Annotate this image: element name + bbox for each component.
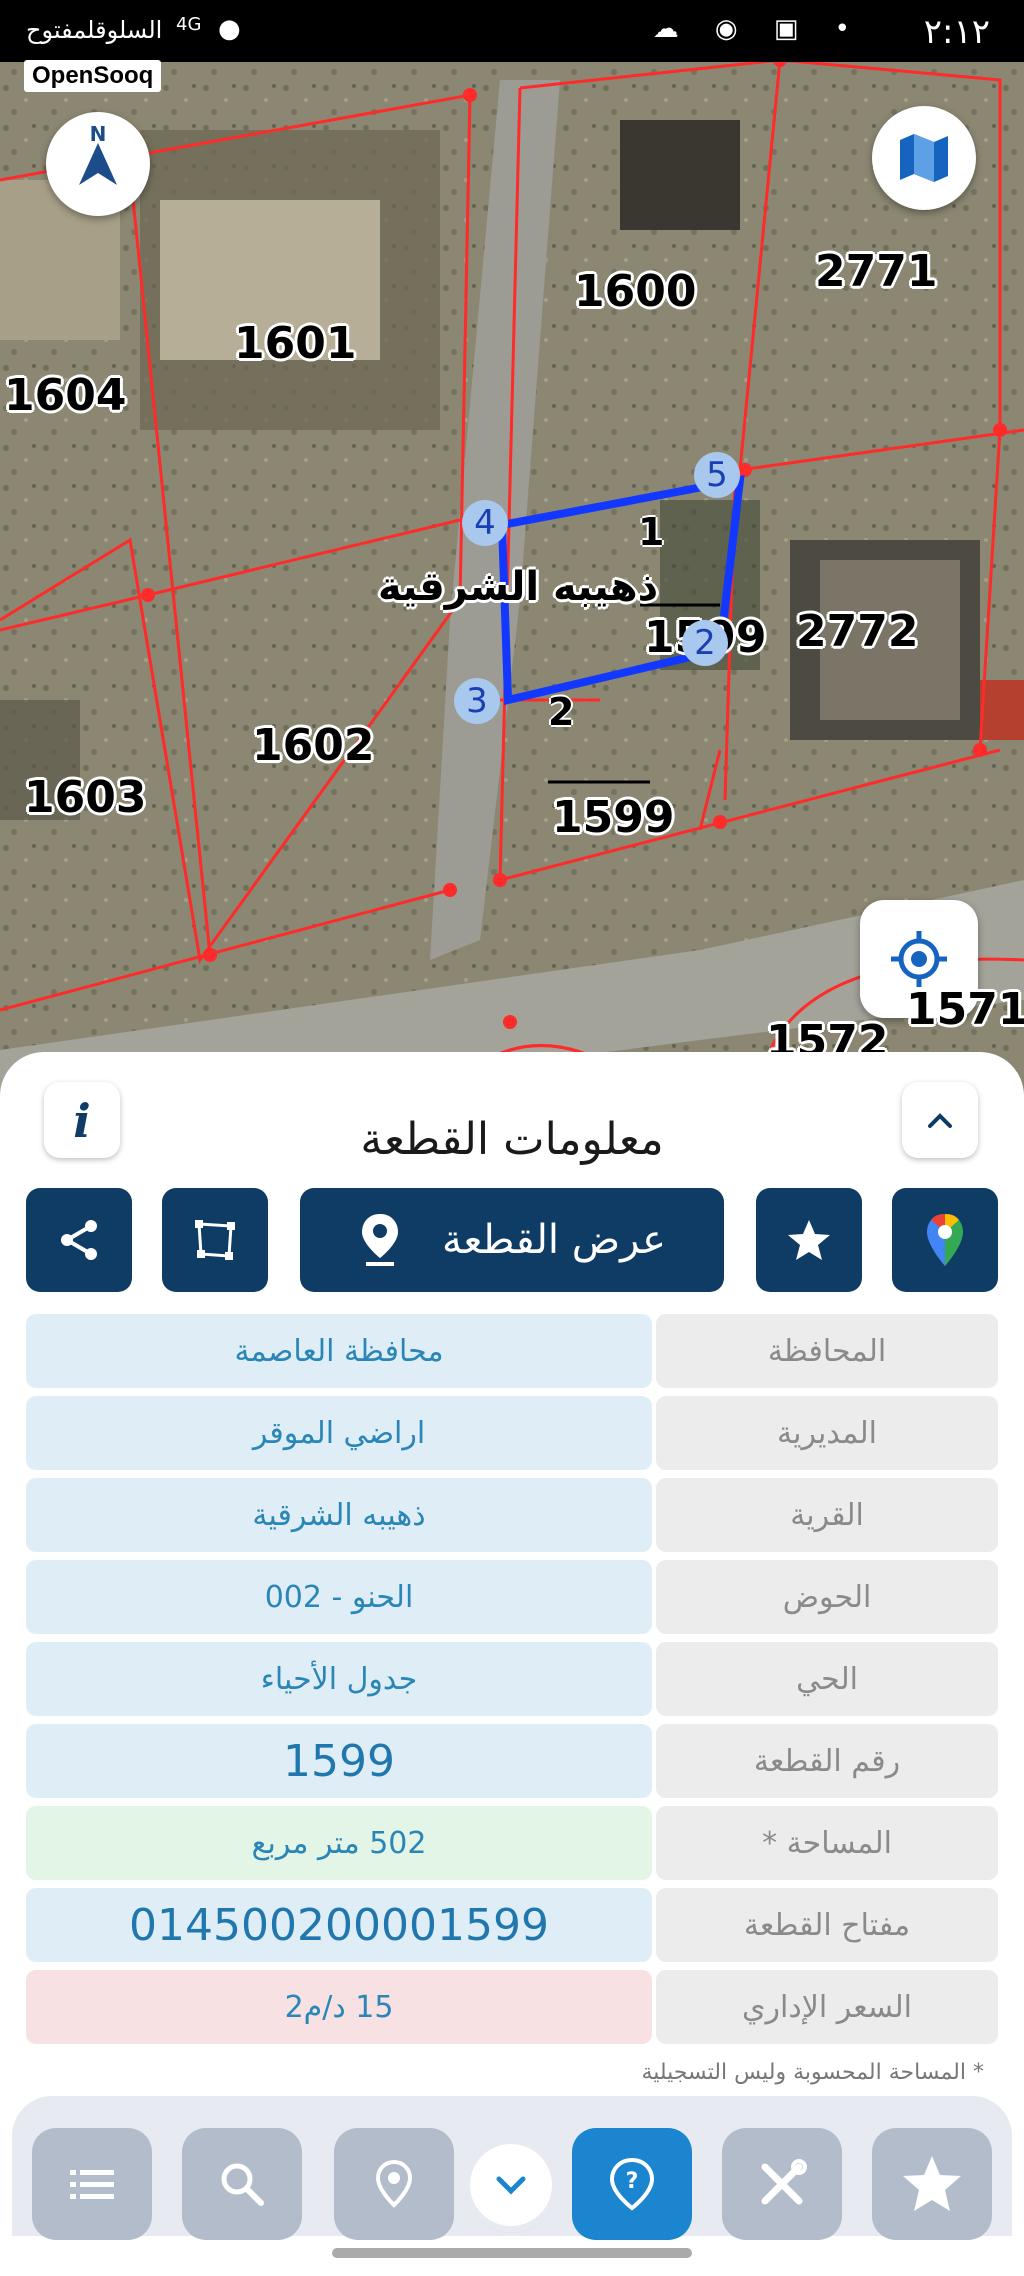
status-notification-icons: ☁ ◉ ▣ • xyxy=(652,14,864,44)
table-row: المديرية اراضي الموقر xyxy=(26,1396,998,1470)
nav-favorites-button[interactable] xyxy=(872,2128,992,2240)
vertex-label-5: 5 xyxy=(694,452,740,498)
polygon-icon xyxy=(195,1220,235,1260)
search-icon xyxy=(221,2163,264,2206)
favorite-button[interactable] xyxy=(756,1188,862,1292)
admin-price-label: السعر الإداري xyxy=(656,1970,998,2044)
parcel-details-table: المحافظة محافظة العاصمة المديرية اراضي ا… xyxy=(26,1314,998,2052)
plot-number-1604[interactable]: 1604 xyxy=(4,370,126,421)
compass-icon xyxy=(79,143,117,185)
basin-label: الحوض xyxy=(656,1560,998,1634)
nav-location-button[interactable] xyxy=(334,2128,454,2240)
directorate-value: اراضي الموقر xyxy=(26,1396,652,1470)
expand-menu-button[interactable] xyxy=(470,2144,552,2226)
parcel-info-panel: i معلومات القطعة عرض القطعة المحافظة محا… xyxy=(0,1052,1024,2276)
panel-title: معلومات القطعة xyxy=(360,1114,664,1165)
directorate-label: المديرية xyxy=(656,1396,998,1470)
plot-number-1599[interactable]: 1599 xyxy=(552,792,674,843)
plot-number-2772[interactable]: 2772 xyxy=(796,606,918,657)
vertex-label-4: 4 xyxy=(462,500,508,546)
show-parcel-button[interactable]: عرض القطعة xyxy=(300,1188,724,1292)
map-layers-button[interactable] xyxy=(872,106,976,210)
plot-number-1603[interactable]: 1603 xyxy=(24,772,146,823)
map-icon xyxy=(900,134,948,182)
table-row: المساحة * 502 متر مربع xyxy=(26,1806,998,1880)
tools-icon xyxy=(761,2159,807,2205)
app-badge: OpenSooq xyxy=(24,60,162,92)
location-pin-icon xyxy=(361,1214,398,1266)
plot-number-1602[interactable]: 1602 xyxy=(252,720,374,771)
village-value: ذهيبه الشرقية xyxy=(26,1478,652,1552)
location-pin-icon xyxy=(375,2159,413,2208)
compass-button[interactable]: N xyxy=(46,112,150,216)
vertex-label-3: 3 xyxy=(454,678,500,724)
admin-price-value: 15 د/م2 xyxy=(26,1970,652,2044)
governorate-label: المحافظة xyxy=(656,1314,998,1388)
edge-label-2: 2 xyxy=(548,690,575,734)
list-icon xyxy=(70,2170,114,2199)
neighborhood-label: الحي xyxy=(656,1642,998,1716)
plot-number-1600[interactable]: 1600 xyxy=(574,266,696,317)
plot-number-1601[interactable]: 1601 xyxy=(234,318,356,369)
status-time: ٢:١٢ xyxy=(923,12,990,52)
plot-number-1571[interactable]: 1571 xyxy=(906,984,1024,1035)
open-google-maps-button[interactable] xyxy=(892,1188,998,1292)
location-status-icon: ● xyxy=(218,14,241,44)
governorate-value: محافظة العاصمة xyxy=(26,1314,652,1388)
star-icon xyxy=(788,1220,830,1260)
table-row: رقم القطعة 1599 xyxy=(26,1724,998,1798)
google-maps-icon xyxy=(927,1214,963,1266)
compass-north-label: N xyxy=(89,122,107,146)
table-row: مفتاح القطعة 014500200001599 xyxy=(26,1888,998,1962)
table-row: القرية ذهيبه الشرقية xyxy=(26,1478,998,1552)
chevron-down-icon xyxy=(496,2176,526,2195)
map-view[interactable]: السلوقلمفتوح 4G ● ☁ ◉ ▣ • ٢:١٢ OpenSooq … xyxy=(0,0,1024,1130)
svg-text:?: ? xyxy=(626,2169,639,2194)
draw-polygon-button[interactable] xyxy=(162,1188,268,1292)
share-icon xyxy=(61,1220,97,1260)
home-indicator xyxy=(332,2248,692,2258)
table-row: الحي جدول الأحياء xyxy=(26,1642,998,1716)
parcel-number-value: 1599 xyxy=(26,1724,652,1798)
neighborhood-value: جدول الأحياء xyxy=(26,1642,652,1716)
village-map-label: ذهيبه الشرقية xyxy=(378,564,659,610)
share-button[interactable] xyxy=(26,1188,132,1292)
parcel-key-label: مفتاح القطعة xyxy=(656,1888,998,1962)
vertex-label-2: 2 xyxy=(682,620,728,666)
table-row: السعر الإداري 15 د/م2 xyxy=(26,1970,998,2044)
gps-locate-icon xyxy=(891,931,947,987)
nav-tools-button[interactable] xyxy=(722,2128,842,2240)
nav-list-button[interactable] xyxy=(32,2128,152,2240)
edge-label-1: 1 xyxy=(638,510,665,554)
collapse-panel-button[interactable] xyxy=(902,1082,978,1158)
status-bar: السلوقلمفتوح 4G ● ☁ ◉ ▣ • ٢:١٢ xyxy=(0,0,1024,62)
plot-number-2771[interactable]: 2771 xyxy=(815,246,937,297)
nav-search-button[interactable] xyxy=(182,2128,302,2240)
help-pin-icon: ? xyxy=(609,2157,655,2211)
village-label: القرية xyxy=(656,1478,998,1552)
area-value: 502 متر مربع xyxy=(26,1806,652,1880)
area-footnote: * المساحة المحسوبة وليس التسجيلية xyxy=(641,2060,984,2085)
carrier-label: السلوقلمفتوح xyxy=(26,16,163,44)
table-row: الحوض الحنو - 002 xyxy=(26,1560,998,1634)
area-label: المساحة * xyxy=(656,1806,998,1880)
basin-value: الحنو - 002 xyxy=(26,1560,652,1634)
parcel-key-value[interactable]: 014500200001599 xyxy=(26,1888,652,1962)
nav-help-button[interactable]: ? xyxy=(572,2128,692,2240)
network-indicator: 4G xyxy=(176,14,202,35)
parcel-number-label: رقم القطعة xyxy=(656,1724,998,1798)
show-parcel-label: عرض القطعة xyxy=(441,1217,667,1263)
star-icon xyxy=(903,2156,961,2211)
table-row: المحافظة محافظة العاصمة xyxy=(26,1314,998,1388)
chevron-up-icon xyxy=(928,1113,952,1128)
